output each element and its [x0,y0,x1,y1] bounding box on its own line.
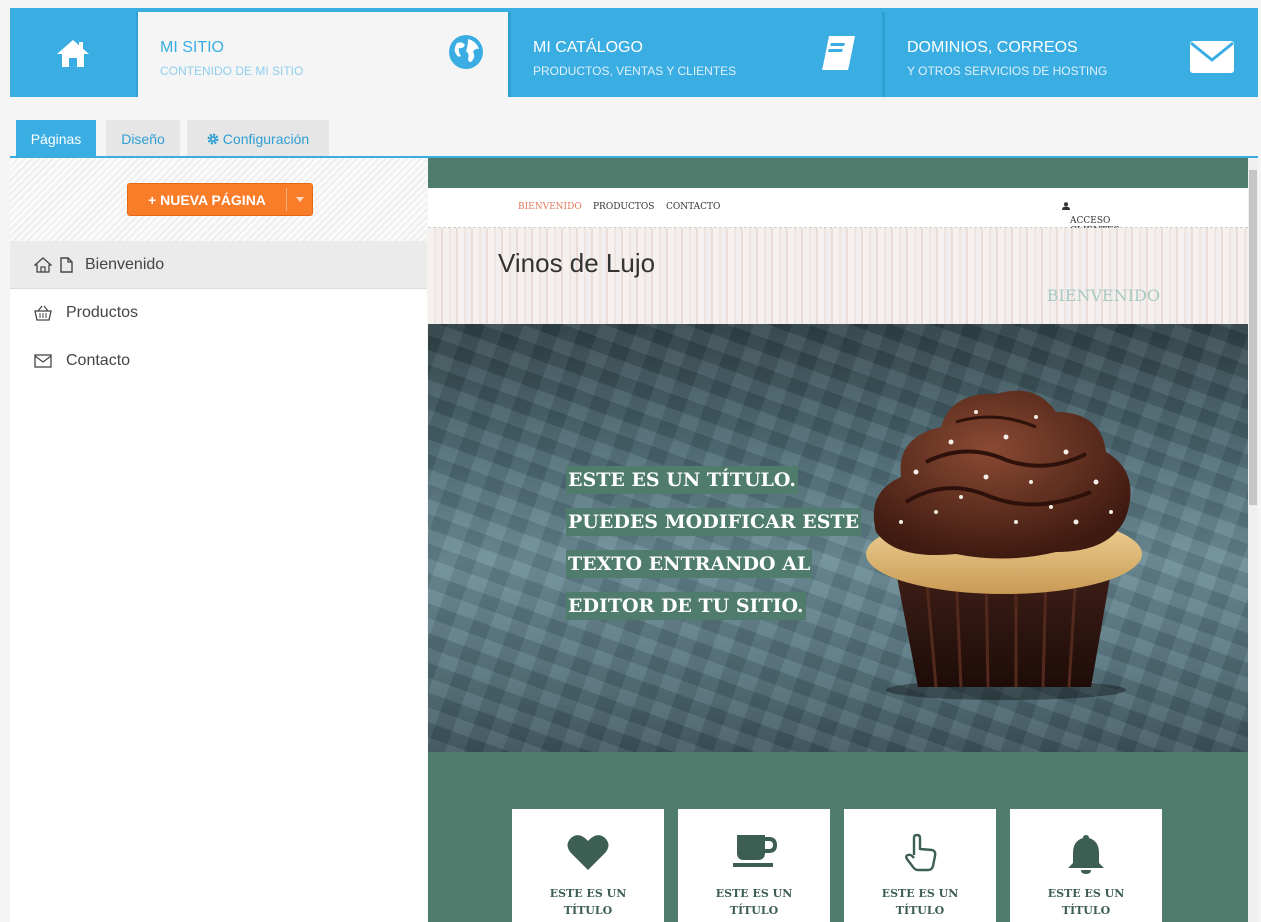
feature-title: ESTE ES UN [549,887,627,900]
file-icon [60,256,73,273]
nav-mi-catalogo[interactable]: MI CATÁLOGO PRODUCTOS, VENTAS Y CLIENTES [511,12,882,97]
nav-mi-sitio[interactable]: MI SITIO CONTENIDO DE MI SITIO [138,12,508,97]
tab-configuracion[interactable]: Configuración [187,120,329,157]
tab-label: Configuración [222,130,310,147]
home-button[interactable] [10,8,136,97]
feature-box: ESTE ES UN TÍTULO [678,809,830,922]
top-navigation: MI SITIO CONTENIDO DE MI SITIO MI CATÁLO… [10,8,1258,97]
heart-icon [567,835,609,870]
page-item-productos[interactable]: Productos [10,289,427,337]
feature-title: TÍTULO [729,904,779,917]
feature-title: TÍTULO [563,904,613,917]
hand-pointer-icon [905,833,937,872]
user-icon [1062,202,1070,210]
preview-site-title: Vinos de Lujo [498,248,656,278]
feature-box: ESTE ES UN TÍTULO [1010,809,1162,922]
coffee-cup-icon [733,835,777,867]
feature-title: ESTE ES UN [1047,887,1125,900]
nav-title: DOMINIOS, CORREOS [907,39,1078,56]
nav-subtitle: Y OTROS SERVICIOS DE HOSTING [907,64,1108,78]
preview-nav-contacto[interactable]: CONTACTO [666,202,720,212]
preview-scrollbar-thumb[interactable] [1249,170,1257,505]
caret-down-icon [296,197,304,202]
nav-dominios-correos[interactable]: DOMINIOS, CORREOS Y OTROS SERVICIOS DE H… [885,12,1258,97]
nav-title: MI SITIO [160,39,224,56]
feature-box: ESTE ES UN TÍTULO [512,809,664,922]
gear-icon [207,133,219,144]
page-label: Bienvenido [85,255,165,273]
nav-subtitle: PRODUCTOS, VENTAS Y CLIENTES [533,64,737,78]
preview-client-access[interactable]: ACCESO CLIENTES [1062,202,1120,236]
preview-page-heading: BIENVENIDO [1046,286,1160,305]
nav-subtitle: CONTENIDO DE MI SITIO [160,64,304,78]
tab-diseno[interactable]: Diseño [106,120,180,157]
page-label: Contacto [66,352,131,369]
preview-nav-productos[interactable]: PRODUCTOS [593,202,654,212]
page-label: Productos [66,304,139,321]
tab-paginas[interactable]: Páginas [16,120,96,157]
site-preview[interactable]: BIENVENIDO PRODUCTOS CONTACTO ACCESO CLI… [428,158,1248,922]
book-icon [822,36,855,70]
feature-title: TÍTULO [1061,904,1111,917]
bell-icon [1068,835,1104,874]
feature-title: ESTE ES UN [715,887,793,900]
preview-nav-bienvenido[interactable]: BIENVENIDO [518,202,582,212]
hero-text-line: ESTE ES UN TÍTULO. [566,466,798,494]
home-icon [57,39,89,67]
basket-icon [34,305,52,321]
feature-title: ESTE ES UN [881,887,959,900]
hero-text-line: EDITOR DE TU SITIO. [566,592,806,620]
hero-text-line: PUEDES MODIFICAR ESTE [566,508,862,536]
new-page-button-group: + NUEVA PÁGINA [127,183,313,216]
envelope-outline-icon [34,354,52,368]
globe-icon [449,35,483,69]
cupcake-image [866,390,1142,700]
new-page-button[interactable]: + NUEVA PÁGINA [128,184,286,215]
preview-hero-banner: ESTE ES UN TÍTULO. PUEDES MODIFICAR ESTE… [428,324,1248,752]
preview-navbar: BIENVENIDO PRODUCTOS CONTACTO ACCESO CLI… [428,188,1248,236]
envelope-icon [1190,41,1234,73]
page-item-contacto[interactable]: Contacto [10,337,427,385]
preview-header: Vinos de Lujo BIENVENIDO [428,228,1248,324]
home-outline-icon [34,256,52,273]
feature-title: TÍTULO [895,904,945,917]
page-item-bienvenido[interactable]: Bienvenido [10,241,427,289]
hero-text-line: TEXTO ENTRANDO AL [566,550,813,578]
new-page-dropdown-toggle[interactable] [287,184,313,215]
nav-title: MI CATÁLOGO [533,39,643,56]
pages-panel: + NUEVA PÁGINA Bienvenido Productos Cont… [10,158,427,922]
feature-box: ESTE ES UN TÍTULO [844,809,996,922]
